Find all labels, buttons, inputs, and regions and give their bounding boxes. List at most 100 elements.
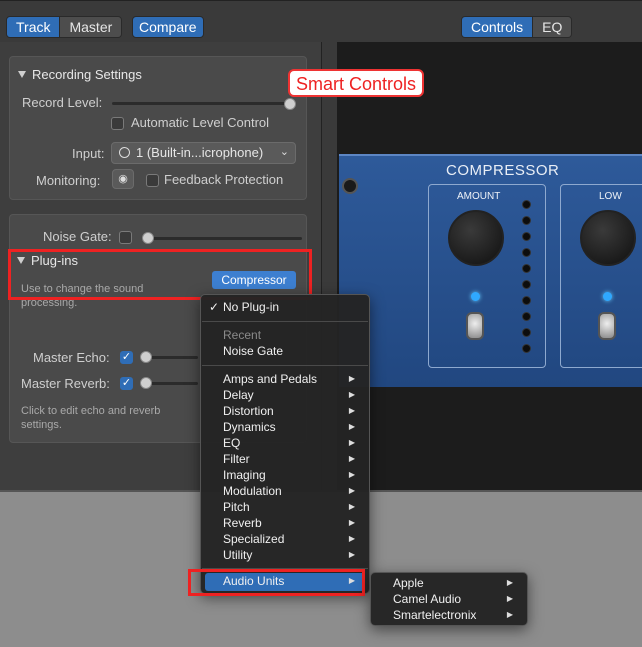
low-led-icon (603, 292, 612, 301)
menu-item-imaging[interactable]: Imaging (223, 468, 266, 482)
amount-led-icon (471, 292, 480, 301)
submenu-arrow-icon: ▶ (506, 578, 513, 587)
meter-led (522, 344, 531, 353)
top-toolbar: Track Master Compare Controls EQ (0, 0, 642, 42)
eq-tab[interactable]: EQ (532, 17, 572, 37)
submenu-arrow-icon: ▶ (348, 470, 355, 479)
view-segmented-control: Track Master (6, 16, 123, 38)
input-label: Input: (72, 146, 105, 161)
checkmark-icon: ✓ (209, 300, 220, 314)
meter-led (522, 200, 531, 209)
menu-item-utility[interactable]: Utility (223, 548, 252, 562)
submenu-arrow-icon: ▶ (348, 518, 355, 527)
master-echo-label: Master Echo: (33, 350, 110, 365)
record-level-knob[interactable] (284, 98, 296, 110)
feedback-protection-label: Feedback Protection (164, 172, 284, 187)
master-reverb-checkbox[interactable]: ✓ (120, 377, 133, 390)
meter-led (522, 232, 531, 241)
noise-gate-knob[interactable] (142, 232, 154, 244)
submenu-item-camel-audio[interactable]: Camel Audio (393, 592, 461, 606)
submenu-arrow-icon: ▶ (348, 390, 355, 399)
chevron-down-icon: ⌄ (279, 146, 289, 158)
noise-gate-label: Noise Gate: (43, 229, 112, 244)
submenu-arrow-icon: ▶ (348, 486, 355, 495)
submenu-arrow-icon: ▶ (348, 454, 355, 463)
track-tab[interactable]: Track (7, 17, 60, 37)
menu-item-distortion[interactable]: Distortion (223, 404, 274, 418)
submenu-arrow-icon: ▶ (348, 374, 355, 383)
plugins-hint: Use to change the sound processing. (21, 283, 144, 309)
submenu-arrow-icon: ▶ (348, 422, 355, 431)
record-level-slider[interactable] (112, 102, 292, 105)
master-tab[interactable]: Master (59, 17, 122, 37)
auto-level-label: Automatic Level Control (131, 115, 270, 130)
input-select[interactable]: 1 (Built-in...icrophone) ⌄ (111, 142, 296, 164)
input-channel-icon (119, 147, 130, 158)
recording-settings-title: Recording Settings (32, 67, 142, 82)
meter-led (522, 264, 531, 273)
submenu-item-smartelectronix[interactable]: Smartelectronix (393, 608, 476, 622)
submenu-arrow-icon: ▶ (348, 438, 355, 447)
submenu-arrow-icon: ▶ (506, 594, 513, 603)
echo-reverb-hint: Click to edit echo and reverb settings. (21, 405, 161, 431)
master-echo-checkbox[interactable]: ✓ (120, 351, 133, 364)
menu-item-noise-gate[interactable]: Noise Gate (223, 344, 283, 358)
submenu-arrow-icon: ▶ (348, 576, 355, 585)
menu-separator (202, 568, 368, 569)
meter-led (522, 248, 531, 257)
screw-icon (342, 178, 358, 194)
menu-separator (202, 321, 368, 322)
master-echo-knob[interactable] (140, 351, 152, 363)
noise-gate-slider[interactable] (142, 237, 302, 240)
compressor-plugin-slot[interactable]: Compressor (212, 271, 296, 289)
menu-item-specialized[interactable]: Specialized (223, 532, 284, 546)
low-toggle-switch[interactable] (598, 312, 616, 340)
plugins-header[interactable]: Plug-ins (17, 253, 78, 268)
plugin-menu: ✓ No Plug-in Recent Noise Gate Amps and … (200, 294, 370, 594)
amount-knob[interactable] (448, 210, 504, 266)
monitor-icon: ◉ (118, 173, 128, 185)
controls-eq-segmented-control: Controls EQ (461, 16, 573, 38)
disclosure-triangle-icon (17, 257, 25, 264)
plugin-title: COMPRESSOR (446, 162, 560, 179)
record-level-label: Record Level: (22, 95, 103, 110)
submenu-item-apple[interactable]: Apple (393, 576, 424, 590)
submenu-arrow-icon: ▶ (348, 550, 355, 559)
menu-item-no-plugin[interactable]: No Plug-in (223, 300, 279, 314)
controls-tab[interactable]: Controls (462, 17, 533, 37)
recording-settings-box: Recording Settings Record Level: Automat… (9, 56, 307, 200)
menu-item-amps-and-pedals[interactable]: Amps and Pedals (223, 372, 317, 386)
noise-gate-checkbox[interactable] (119, 231, 132, 244)
smart-controls-title: Smart Controls (288, 69, 425, 97)
submenu-arrow-icon: ▶ (506, 610, 513, 619)
auto-level-checkbox[interactable] (111, 117, 124, 130)
submenu-arrow-icon: ▶ (348, 406, 355, 415)
menu-item-audio-units[interactable]: Audio Units (223, 574, 284, 588)
recording-settings-header[interactable]: Recording Settings (18, 67, 142, 82)
low-knob[interactable] (580, 210, 636, 266)
meter-led (522, 280, 531, 289)
monitoring-button[interactable]: ◉ (112, 169, 134, 189)
menu-item-pitch[interactable]: Pitch (223, 500, 250, 514)
submenu-arrow-icon: ▶ (348, 534, 355, 543)
disclosure-triangle-icon (18, 71, 26, 78)
menu-item-reverb[interactable]: Reverb (223, 516, 262, 530)
menu-item-delay[interactable]: Delay (223, 388, 254, 402)
monitoring-label: Monitoring: (36, 173, 101, 188)
amount-toggle-switch[interactable] (466, 312, 484, 340)
compare-button[interactable]: Compare (132, 16, 204, 38)
menu-item-eq[interactable]: EQ (223, 436, 240, 450)
submenu-arrow-icon: ▶ (348, 502, 355, 511)
master-reverb-label: Master Reverb: (21, 376, 110, 391)
meter-led (522, 216, 531, 225)
plugins-title: Plug-ins (31, 253, 78, 268)
menu-item-filter[interactable]: Filter (223, 452, 250, 466)
feedback-protection-checkbox[interactable] (146, 174, 159, 187)
menu-item-modulation[interactable]: Modulation (223, 484, 282, 498)
master-reverb-knob[interactable] (140, 377, 152, 389)
menu-item-dynamics[interactable]: Dynamics (223, 420, 276, 434)
meter-led (522, 312, 531, 321)
input-value: 1 (Built-in...icrophone) (136, 145, 264, 160)
menu-header-recent: Recent (223, 328, 262, 342)
low-label: LOW (599, 191, 622, 202)
